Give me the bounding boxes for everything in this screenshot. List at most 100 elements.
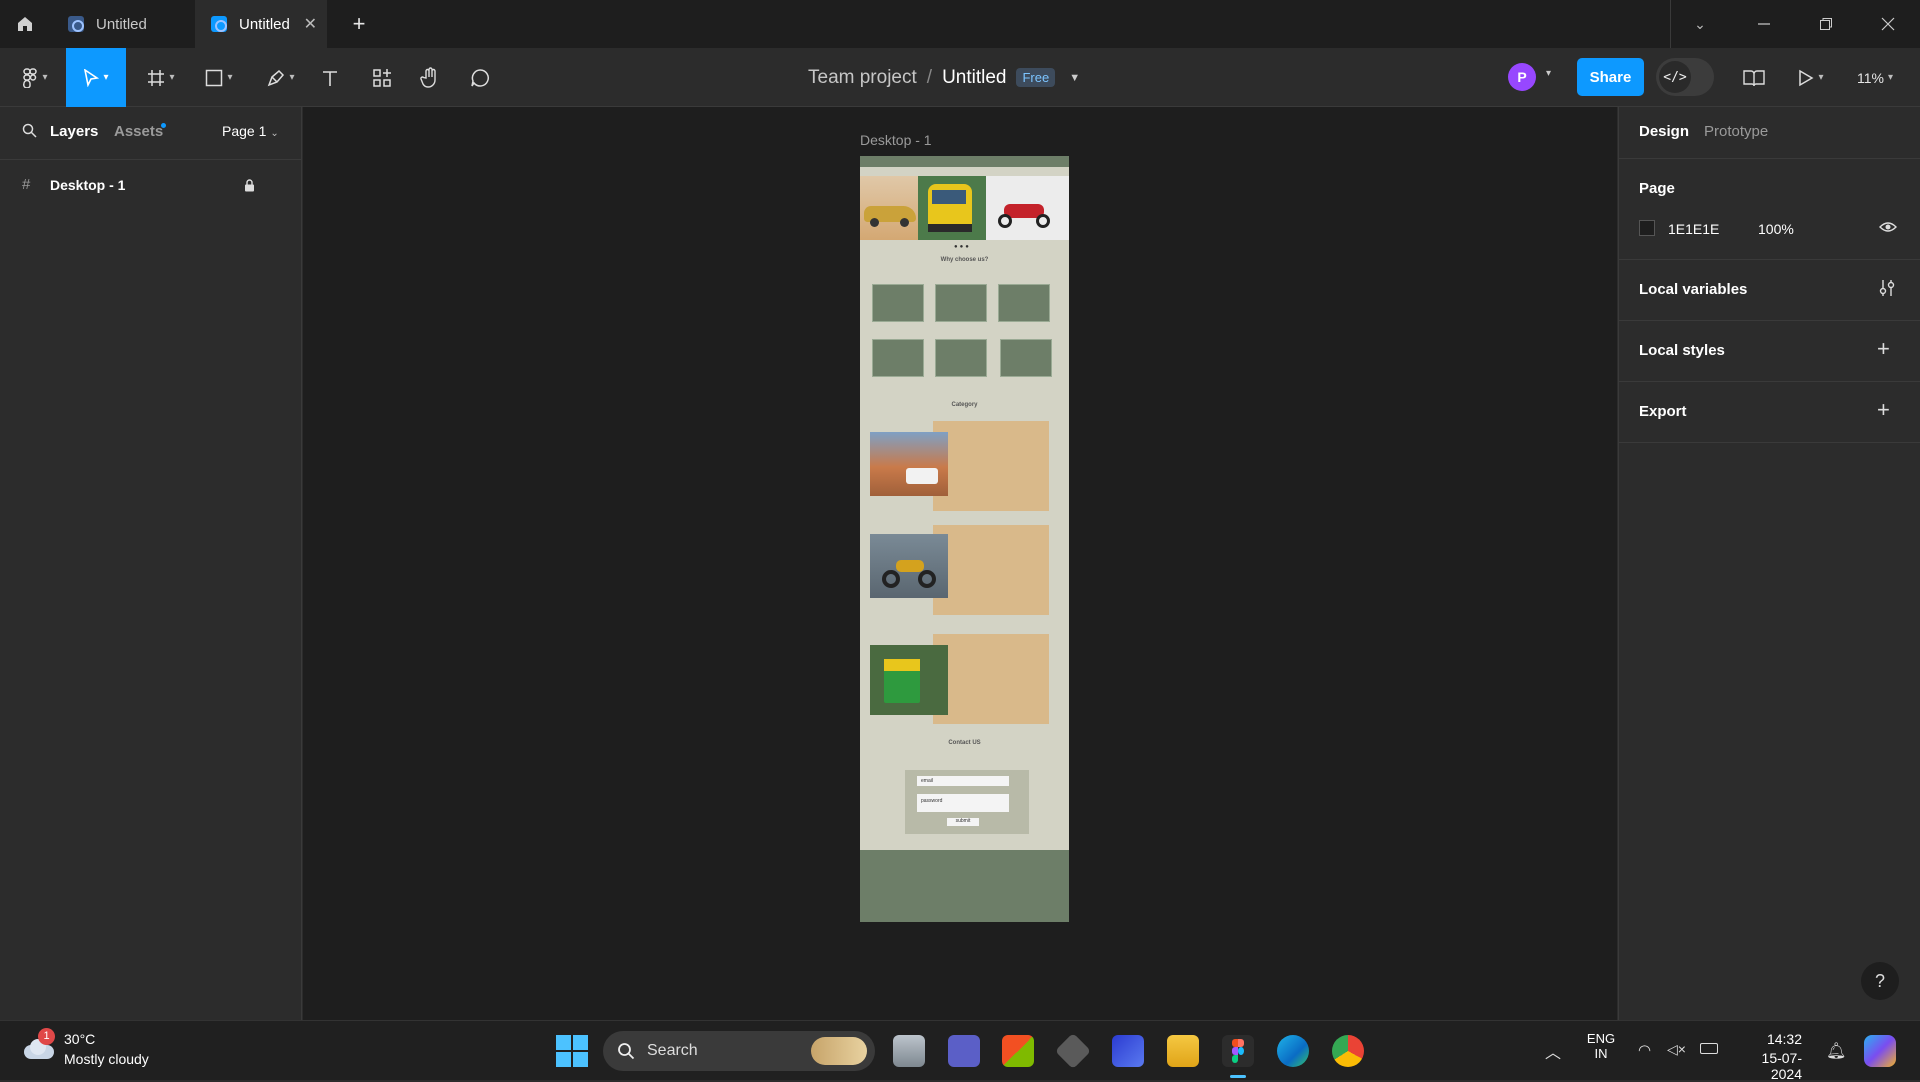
tab-untitled-2[interactable]: Untitled ✕ xyxy=(195,0,327,48)
breadcrumb-team[interactable]: Team project xyxy=(808,67,917,89)
book-icon xyxy=(1743,69,1765,86)
hand-tool-button[interactable] xyxy=(416,48,444,107)
microsoft-store-icon[interactable] xyxy=(1002,1035,1034,1067)
windows-start-icon[interactable] xyxy=(556,1035,588,1067)
file-name[interactable]: Untitled xyxy=(942,67,1006,89)
comment-icon xyxy=(471,68,489,87)
rectangle-icon xyxy=(206,69,223,86)
avatar[interactable]: P xyxy=(1508,63,1536,91)
layers-panel: Layers Assets Page 1 ⌄ # Desktop - 1 xyxy=(0,107,302,1020)
weather-badge: 1 xyxy=(38,1028,55,1045)
password-field[interactable]: password xyxy=(917,794,1009,812)
cursor-icon xyxy=(84,68,100,87)
canvas[interactable]: Desktop - 1 ●●● Why choose us? Category … xyxy=(303,107,1617,1020)
share-button[interactable]: Share xyxy=(1577,58,1644,96)
figma-file-icon xyxy=(211,16,227,32)
layer-name: Desktop - 1 xyxy=(50,177,126,193)
why-choose-title: Why choose us? xyxy=(940,257,989,263)
new-tab-icon[interactable]: + xyxy=(343,0,375,48)
submit-button[interactable]: submit xyxy=(947,818,979,826)
text-tool-button[interactable] xyxy=(316,48,344,107)
design-header xyxy=(860,156,1069,167)
taskbar: 1 30°C Mostly cloudy Search ︿ ENG IN ◠ ◁… xyxy=(0,1020,1920,1082)
move-tool-button[interactable]: ▾ xyxy=(66,48,126,107)
close-window-icon[interactable] xyxy=(1874,0,1902,48)
search-icon[interactable] xyxy=(22,123,37,143)
hand-icon xyxy=(420,66,436,88)
chevron-up-icon[interactable]: ︿ xyxy=(1545,1039,1561,1063)
notification-bell-icon[interactable]: 🔔︎ xyxy=(1826,1041,1846,1061)
app-icon[interactable] xyxy=(1112,1035,1144,1067)
feature-card xyxy=(935,339,987,377)
category-suv-image xyxy=(870,432,948,496)
tab-label: Untitled xyxy=(96,15,147,33)
app-icon[interactable] xyxy=(1054,1032,1092,1070)
divider xyxy=(1670,0,1671,48)
category-bike-image xyxy=(870,534,948,598)
divider xyxy=(0,159,301,160)
weather-temp[interactable]: 30°C xyxy=(64,1031,95,1047)
lock-icon[interactable] xyxy=(244,179,255,192)
pen-tool-button[interactable]: ▾ xyxy=(260,48,302,107)
tab-label: Untitled xyxy=(239,15,290,33)
toolbar: ▾ ▾ ▾ ▾ ▾ Team project / Untitled Free ▼… xyxy=(0,48,1920,107)
search-box[interactable]: Search xyxy=(603,1031,875,1071)
frame-label[interactable]: Desktop - 1 xyxy=(860,132,932,148)
plan-badge: Free xyxy=(1016,68,1056,87)
comment-tool-button[interactable] xyxy=(466,48,494,107)
chrome-icon[interactable] xyxy=(1332,1035,1364,1067)
breadcrumb: Team project / Untitled Free ▼ xyxy=(808,48,1080,107)
page-selector[interactable]: Page 1 ⌄ xyxy=(222,123,279,139)
minimize-icon[interactable] xyxy=(1750,0,1778,48)
email-field[interactable]: email xyxy=(917,776,1009,786)
lang-bottom: IN xyxy=(1594,1046,1608,1061)
search-placeholder: Search xyxy=(647,1042,698,1059)
pen-icon xyxy=(268,69,285,86)
clock-time: 14:32 xyxy=(1766,1031,1802,1047)
present-button[interactable]: ▾ xyxy=(1794,48,1828,107)
hero-rickshaw-image xyxy=(918,176,986,240)
frame-tool-button[interactable]: ▾ xyxy=(140,48,182,107)
task-view-icon[interactable] xyxy=(893,1035,925,1067)
zoom-menu[interactable]: 11% ▾ xyxy=(1850,48,1900,107)
search-icon xyxy=(618,1043,635,1060)
main-menu-button[interactable]: ▾ xyxy=(14,48,56,107)
close-tab-icon[interactable]: ✕ xyxy=(304,14,317,34)
tab-untitled-1[interactable]: Untitled xyxy=(50,0,193,48)
edge-icon[interactable] xyxy=(1277,1035,1309,1067)
avatar-chevron-icon[interactable]: ▾ xyxy=(1546,68,1551,79)
page-selector-label: Page 1 xyxy=(222,123,267,139)
library-button[interactable] xyxy=(1740,48,1768,107)
language-indicator[interactable]: ENG IN xyxy=(1586,1031,1616,1061)
chevron-down-icon[interactable]: ⌄ xyxy=(1686,0,1714,48)
resources-button[interactable] xyxy=(368,48,396,107)
design-footer xyxy=(860,850,1069,922)
teams-icon[interactable] xyxy=(948,1035,980,1067)
file-explorer-icon[interactable] xyxy=(1167,1035,1199,1067)
help-button[interactable]: ? xyxy=(1861,962,1899,1000)
lang-top: ENG xyxy=(1586,1031,1616,1046)
desktop-frame[interactable]: ●●● Why choose us? Category Contact US e… xyxy=(860,156,1069,922)
title-bar: Untitled Untitled ✕ + ⌄ xyxy=(0,0,1920,48)
figma-icon[interactable] xyxy=(1222,1035,1254,1067)
feature-card xyxy=(935,284,987,322)
dev-mode-toggle[interactable]: </> xyxy=(1656,58,1714,96)
category-title: Category xyxy=(951,402,978,408)
volume-muted-icon[interactable]: ◁× xyxy=(1667,1041,1686,1058)
components-icon xyxy=(373,68,391,87)
properties-panel: Design Prototype Page 1E1E1E 100% Local … xyxy=(1618,107,1920,1020)
assets-indicator-dot xyxy=(161,123,166,128)
clock[interactable]: 14:32 15-07-2024 xyxy=(1738,1031,1802,1082)
wifi-icon[interactable]: ◠ xyxy=(1638,1041,1651,1059)
battery-icon[interactable] xyxy=(1700,1043,1718,1054)
weather-desc[interactable]: Mostly cloudy xyxy=(64,1051,149,1067)
restore-icon[interactable] xyxy=(1812,0,1840,48)
feature-card xyxy=(998,284,1050,322)
layer-row[interactable]: # Desktop - 1 xyxy=(0,169,301,201)
shape-tool-button[interactable]: ▾ xyxy=(198,48,240,107)
copilot-icon[interactable] xyxy=(1864,1035,1896,1067)
tab-layers[interactable]: Layers xyxy=(50,123,98,140)
file-menu-chevron-icon[interactable]: ▼ xyxy=(1069,72,1080,84)
tab-assets[interactable]: Assets xyxy=(114,123,163,140)
home-icon[interactable] xyxy=(0,0,50,48)
